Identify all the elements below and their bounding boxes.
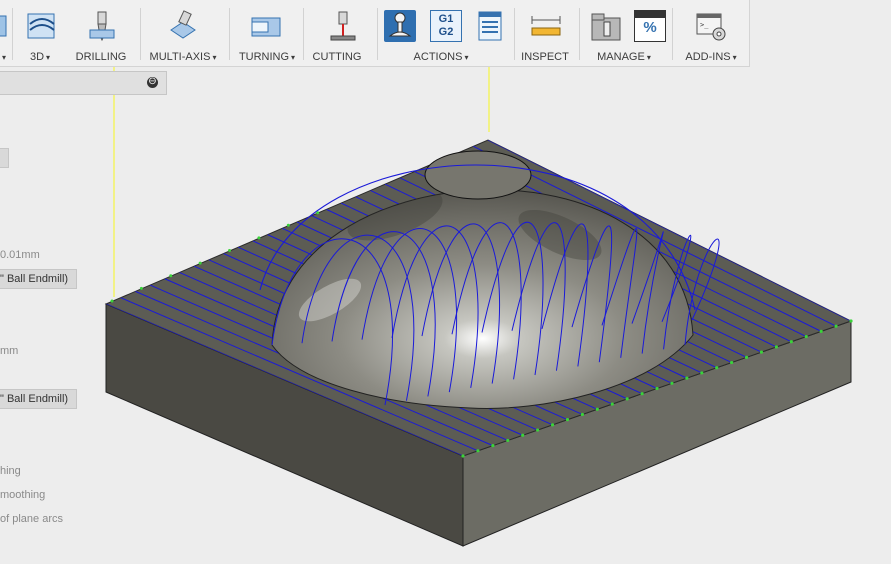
lead-point — [139, 286, 143, 290]
toolbar-group-cutting[interactable]: CUTTING — [305, 0, 369, 66]
toolbar-group-3d[interactable]: 3D ▾ — [14, 0, 66, 66]
lead-point — [228, 249, 232, 253]
simulate-icon[interactable] — [384, 10, 416, 42]
toolbar-separator — [229, 8, 230, 60]
2d-icon — [0, 10, 10, 42]
lead-point — [849, 319, 853, 323]
toolbar-group-2d[interactable]: ▾ — [0, 0, 8, 66]
lead-point — [565, 418, 570, 422]
tool-select-1-label: " Ball Endmill) — [0, 273, 69, 285]
toolbar-label-actions: ACTIONS ▾ — [413, 51, 469, 63]
toolbar-separator — [12, 8, 13, 60]
toolbar-group-turning[interactable]: TURNING ▾ — [232, 0, 302, 66]
lead-point — [169, 274, 173, 278]
toolbar-separator — [140, 8, 141, 60]
toolbar-separator — [303, 8, 304, 60]
lead-point — [595, 407, 599, 411]
3d-milling-icon — [26, 10, 58, 42]
tolerance-value: 0.01mm — [0, 249, 40, 261]
lead-point — [685, 376, 689, 380]
toolbar-group-drilling[interactable]: DRILLING — [68, 0, 132, 66]
operation-dialog-header: ⊖ — [0, 71, 167, 95]
lead-point — [580, 412, 584, 417]
lead-point — [655, 386, 659, 391]
toolbar-separator — [672, 8, 673, 60]
lead-point — [759, 350, 764, 354]
toolbar-group-multi-axis[interactable]: MULTI-AXIS ▾ — [143, 0, 227, 66]
toolbar-label-manage: MANAGE ▾ — [597, 51, 651, 63]
lead-point — [536, 428, 540, 432]
tool-select-1[interactable]: " Ball Endmill) — [0, 269, 77, 289]
setup-sheet-icon[interactable] — [474, 10, 506, 42]
stepover-unit: mm — [0, 345, 19, 357]
option-label-1: hing — [0, 465, 21, 477]
toolbar-label-2d: ▾ — [1, 53, 7, 62]
lead-point — [700, 371, 704, 375]
lead-point — [730, 360, 734, 365]
option-label-smoothing: moothing — [0, 489, 46, 501]
lead-point — [198, 261, 202, 265]
lead-point — [640, 392, 644, 396]
scripts-addins-icon: >_ — [695, 10, 727, 42]
lead-point — [744, 355, 749, 359]
lead-point — [491, 444, 495, 448]
svg-text:>_: >_ — [700, 21, 709, 29]
tool-library-icon — [590, 10, 622, 42]
toolbar-label-turning: TURNING ▾ — [238, 51, 296, 63]
toolbar-separator — [514, 8, 515, 60]
lead-point — [316, 211, 320, 215]
lead-point — [834, 324, 838, 328]
lead-point — [476, 449, 480, 453]
lead-point — [715, 366, 719, 370]
toolbar-group-inspect[interactable]: INSPECT — [517, 0, 575, 66]
toolbar-label-add-ins: ADD-INS ▾ — [685, 51, 737, 63]
measure-icon — [530, 10, 562, 42]
panel-field-stub[interactable] — [0, 148, 9, 168]
toolbar-label-3d: 3D ▾ — [29, 51, 51, 63]
tool-select-2-label: " Ball Endmill) — [0, 393, 69, 405]
toolbar-separator — [377, 8, 378, 60]
lead-point — [819, 329, 823, 333]
lead-point — [610, 402, 614, 406]
lead-point — [804, 334, 808, 339]
post-process-icon-text-1: G1 — [438, 13, 454, 25]
toolbar-label-cutting: CUTTING — [312, 51, 362, 63]
lead-point — [286, 223, 290, 227]
lead-point — [774, 345, 778, 349]
toolbar-label-inspect: INSPECT — [521, 51, 569, 63]
collapse-icon[interactable]: ⊖ — [147, 77, 158, 88]
lead-point — [257, 236, 261, 240]
option-label-plane-arcs: of plane arcs — [0, 513, 63, 525]
cutting-icon — [327, 10, 359, 42]
lead-point — [550, 423, 555, 427]
lead-point — [670, 381, 674, 385]
toolbar-group-actions[interactable]: G1 G2 ACTIONS ▾ — [380, 0, 510, 66]
toolbar-label-multi-axis: MULTI-AXIS ▾ — [149, 51, 217, 63]
post-library-icon: % — [634, 10, 666, 42]
post-process-icon[interactable]: G1 G2 — [430, 10, 462, 42]
lead-point — [521, 433, 525, 437]
tool-select-2[interactable]: " Ball Endmill) — [0, 389, 77, 409]
toolbar-group-manage[interactable]: % MANAGE ▾ — [582, 0, 668, 66]
lead-point — [461, 454, 465, 458]
lead-point — [789, 340, 793, 344]
dome-top-face — [424, 150, 532, 200]
toolbar: ▾ 3D ▾ DRILLING MULTI-AXIS ▾ TURNING ▾ C… — [0, 0, 750, 67]
lead-point — [110, 299, 114, 303]
multi-axis-icon — [167, 10, 199, 42]
turning-icon — [250, 10, 282, 42]
toolbar-separator — [579, 8, 580, 60]
post-library-icon-text: % — [643, 19, 657, 36]
toolbar-label-drilling: DRILLING — [75, 51, 127, 63]
lead-point — [625, 397, 629, 401]
post-process-icon-text-2: G2 — [438, 26, 454, 38]
drilling-icon — [86, 10, 118, 42]
toolbar-group-add-ins[interactable]: >_ ADD-INS ▾ — [675, 0, 747, 66]
lead-point — [506, 438, 510, 443]
